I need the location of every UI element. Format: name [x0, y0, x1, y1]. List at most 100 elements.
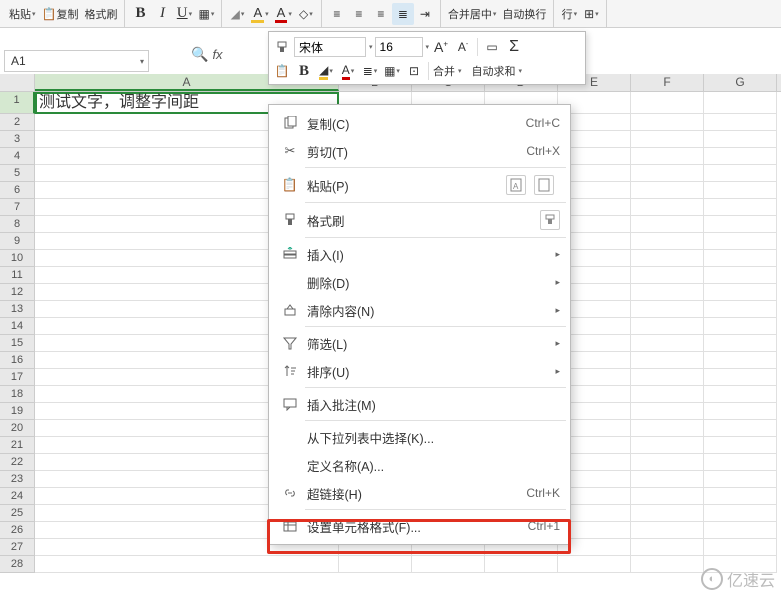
- worksheet-button[interactable]: ⊞▾: [580, 3, 602, 25]
- row-header[interactable]: 9: [0, 233, 35, 250]
- row-header[interactable]: 3: [0, 131, 35, 148]
- row-header[interactable]: 21: [0, 437, 35, 454]
- cell[interactable]: [704, 284, 777, 301]
- cell[interactable]: [631, 369, 704, 386]
- ctx-formatcells[interactable]: 设置单元格格式(F)... Ctrl+1: [269, 512, 570, 540]
- row-header[interactable]: 8: [0, 216, 35, 233]
- cell[interactable]: [704, 522, 777, 539]
- cell[interactable]: [704, 165, 777, 182]
- cell[interactable]: [631, 199, 704, 216]
- ctx-comment[interactable]: 插入批注(M): [269, 390, 570, 418]
- row-header[interactable]: 24: [0, 488, 35, 505]
- row-header[interactable]: 15: [0, 335, 35, 352]
- indent-button[interactable]: ⇥: [414, 3, 436, 25]
- paste-mini-button[interactable]: 📋: [272, 60, 292, 82]
- cell[interactable]: [631, 505, 704, 522]
- row-header[interactable]: 25: [0, 505, 35, 522]
- align-mini-button[interactable]: ≣▾: [360, 60, 380, 82]
- row-header[interactable]: 18: [0, 386, 35, 403]
- cell[interactable]: [704, 471, 777, 488]
- wrap-button[interactable]: 自动换行: [499, 3, 549, 25]
- row-header[interactable]: 11: [0, 267, 35, 284]
- cell[interactable]: [631, 216, 704, 233]
- ctx-insert[interactable]: 插入(I) ▸: [269, 240, 570, 268]
- row-header[interactable]: 26: [0, 522, 35, 539]
- row-header[interactable]: 20: [0, 420, 35, 437]
- cell[interactable]: [704, 454, 777, 471]
- font-select[interactable]: [294, 37, 366, 57]
- cell[interactable]: [631, 522, 704, 539]
- decrease-font-button[interactable]: A-: [453, 36, 473, 58]
- ctx-filter[interactable]: 筛选(L) ▸: [269, 329, 570, 357]
- mergecenter-button[interactable]: 合并居中▾: [445, 3, 500, 25]
- ctx-cut[interactable]: ✂ 剪切(T) Ctrl+X: [269, 137, 570, 165]
- fontsize-select[interactable]: [375, 37, 423, 57]
- eraser-button[interactable]: ◇▾: [295, 3, 317, 25]
- cell[interactable]: [704, 216, 777, 233]
- highlight-button[interactable]: A▾: [248, 3, 271, 25]
- increase-font-button[interactable]: A+: [431, 36, 451, 58]
- row-header[interactable]: 7: [0, 199, 35, 216]
- fontcolor-button[interactable]: A▾: [272, 3, 295, 25]
- cell[interactable]: [631, 114, 704, 131]
- cell[interactable]: [631, 335, 704, 352]
- chevron-down-icon[interactable]: ▾: [369, 43, 373, 51]
- column-header-f[interactable]: F: [631, 74, 704, 91]
- cell[interactable]: [631, 131, 704, 148]
- cell[interactable]: [631, 233, 704, 250]
- fillcolor-mini-button[interactable]: ◢▾: [316, 60, 336, 82]
- ctx-link[interactable]: 超链接(H) Ctrl+K: [269, 479, 570, 507]
- align-center-button[interactable]: ≡: [348, 3, 370, 25]
- cell[interactable]: [704, 114, 777, 131]
- ctx-clear[interactable]: 清除内容(N) ▸: [269, 296, 570, 324]
- formatbrush-extra-button[interactable]: [540, 210, 560, 230]
- row-header[interactable]: 17: [0, 369, 35, 386]
- cell[interactable]: [704, 233, 777, 250]
- cell[interactable]: [339, 556, 412, 573]
- cell[interactable]: [704, 505, 777, 522]
- cell[interactable]: [704, 488, 777, 505]
- bold-button[interactable]: B: [129, 3, 151, 25]
- cell[interactable]: [631, 284, 704, 301]
- cell[interactable]: [704, 92, 777, 114]
- cell[interactable]: [704, 386, 777, 403]
- zoom-out-icon[interactable]: 🔍: [191, 46, 208, 63]
- cell[interactable]: [35, 556, 339, 573]
- cell[interactable]: [704, 335, 777, 352]
- row-header[interactable]: 12: [0, 284, 35, 301]
- align-right-button[interactable]: ≡: [370, 3, 392, 25]
- cell[interactable]: [631, 92, 704, 114]
- ctx-formatbrush[interactable]: 格式刷: [269, 205, 570, 235]
- row-header[interactable]: 2: [0, 114, 35, 131]
- cell[interactable]: [631, 267, 704, 284]
- cell[interactable]: [704, 403, 777, 420]
- cell[interactable]: [704, 131, 777, 148]
- merge-mini-label[interactable]: 合并: [433, 63, 455, 79]
- cell[interactable]: [704, 301, 777, 318]
- fontcolor-mini-button[interactable]: A▾: [338, 60, 358, 82]
- cell[interactable]: [631, 148, 704, 165]
- align-left-button[interactable]: ≡: [326, 3, 348, 25]
- autosum-mini-button[interactable]: Σ: [504, 36, 524, 58]
- cell[interactable]: [412, 556, 485, 573]
- formatcells-mini-button[interactable]: ⊡: [404, 60, 424, 82]
- chevron-down-icon[interactable]: ▾: [426, 43, 430, 51]
- cell[interactable]: [704, 539, 777, 556]
- row-header[interactable]: 14: [0, 318, 35, 335]
- cell[interactable]: [631, 182, 704, 199]
- row-header[interactable]: 27: [0, 539, 35, 556]
- fx-icon[interactable]: fx: [212, 47, 222, 62]
- cell[interactable]: [631, 539, 704, 556]
- cell[interactable]: [631, 165, 704, 182]
- paste-values-button[interactable]: A: [506, 175, 526, 195]
- ctx-copy[interactable]: 复制(C) Ctrl+C: [269, 109, 570, 137]
- row-header[interactable]: 4: [0, 148, 35, 165]
- cell[interactable]: [631, 318, 704, 335]
- cell[interactable]: [631, 556, 704, 573]
- row-header[interactable]: 5: [0, 165, 35, 182]
- copy-button[interactable]: 📋复制: [39, 3, 82, 25]
- cell[interactable]: [631, 250, 704, 267]
- row-header[interactable]: 6: [0, 182, 35, 199]
- cell[interactable]: [704, 352, 777, 369]
- cell[interactable]: [704, 250, 777, 267]
